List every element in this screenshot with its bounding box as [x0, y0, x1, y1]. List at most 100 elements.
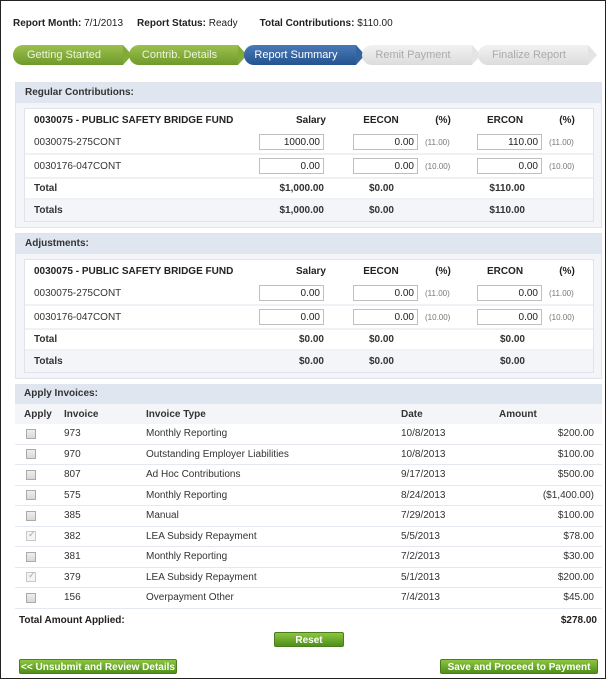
- eecon-input[interactable]: [353, 134, 418, 150]
- apply-checkbox[interactable]: [26, 510, 36, 521]
- invoice-amount: ($1,400.00): [542, 489, 594, 501]
- progress-steps: Getting Started Contrib. Details Report …: [13, 45, 597, 65]
- step-contrib-details[interactable]: Contrib. Details: [129, 45, 247, 65]
- invoice-date: 10/8/2013: [401, 428, 446, 440]
- step-getting-started[interactable]: Getting Started: [13, 45, 132, 65]
- eecon-input[interactable]: [353, 309, 418, 325]
- salary-input[interactable]: [259, 158, 324, 174]
- totals-row: Totals $0.00 $0.00 $0.00: [25, 351, 593, 372]
- invoice-number: 381: [64, 551, 81, 563]
- invoice-amount: $30.00: [563, 551, 594, 563]
- salary-input[interactable]: [259, 134, 324, 150]
- invoice-row: 379 LEA Subsidy Repayment 5/1/2013 $200.00: [15, 567, 602, 588]
- apply-checkbox[interactable]: [26, 570, 36, 583]
- adjustments-panel: Adjustments: 0030075 - PUBLIC SAFETY BRI…: [15, 233, 602, 379]
- ee-pct: (10.00): [425, 312, 451, 322]
- apply-checkbox[interactable]: [26, 551, 36, 562]
- apply-checkbox[interactable]: [26, 428, 36, 439]
- totals-eecon: $0.00: [368, 356, 394, 367]
- col-ercon: ERCON: [486, 114, 524, 126]
- salary-input[interactable]: [259, 285, 324, 301]
- total-row: Total $1,000.00 $0.00 $110.00: [25, 179, 593, 200]
- table-header: 0030075 - PUBLIC SAFETY BRIDGE FUND Sala…: [25, 109, 593, 131]
- invoice-row: 385 Manual 7/29/2013 $100.00: [15, 506, 602, 527]
- ercon-input[interactable]: [477, 134, 542, 150]
- totals-label: Totals: [34, 356, 63, 367]
- er-pct: (10.00): [549, 161, 575, 171]
- col-apply: Apply: [24, 408, 52, 420]
- panel-title: Regular Contributions:: [16, 83, 601, 103]
- total-eecon: $0.00: [368, 183, 394, 194]
- step-remit-payment: Remit Payment: [362, 45, 481, 65]
- invoice-row: 807 Ad Hoc Contributions 9/17/2013 $500.00: [15, 465, 602, 486]
- apply-checkbox[interactable]: [26, 469, 36, 480]
- invoice-row: 156 Overpayment Other 7/4/2013 $45.00: [15, 588, 602, 609]
- unsubmit-button[interactable]: << Unsubmit and Review Details: [19, 659, 177, 674]
- reset-button[interactable]: Reset: [274, 632, 344, 647]
- ercon-input[interactable]: [477, 309, 542, 325]
- invoice-date: 8/24/2013: [401, 489, 446, 501]
- ee-pct: (10.00): [425, 161, 451, 171]
- eecon-input[interactable]: [353, 158, 418, 174]
- total-eecon: $0.00: [368, 334, 394, 345]
- invoice-number: 807: [64, 469, 81, 481]
- eecon-input[interactable]: [353, 285, 418, 301]
- total-row: Total $0.00 $0.00 $0.00: [25, 330, 593, 351]
- apply-checkbox[interactable]: [26, 449, 36, 460]
- invoice-date: 7/2/2013: [401, 551, 440, 563]
- step-report-summary[interactable]: Report Summary: [244, 45, 365, 65]
- er-pct: (10.00): [549, 312, 575, 322]
- plan-code: 0030176-047CONT: [34, 311, 122, 323]
- col-salary: Salary: [295, 265, 326, 277]
- ercon-input[interactable]: [477, 285, 542, 301]
- invoice-type: Overpayment Other: [146, 592, 234, 604]
- invoice-number: 970: [64, 448, 81, 460]
- invoice-row: 382 LEA Subsidy Repayment 5/5/2013 $78.00: [15, 526, 602, 547]
- col-ee-pct: (%): [435, 265, 451, 277]
- invoice-type: Manual: [146, 510, 179, 522]
- total-applied-value: $278.00: [560, 615, 597, 626]
- totals-ercon: $0.00: [499, 356, 525, 367]
- invoice-number: 156: [64, 592, 81, 604]
- er-pct: (11.00): [549, 137, 574, 147]
- apply-checkbox[interactable]: [26, 592, 36, 603]
- invoice-row: 381 Monthly Reporting 7/2/2013 $30.00: [15, 547, 602, 568]
- apply-checkbox[interactable]: [26, 529, 36, 542]
- plan-code: 0030176-047CONT: [34, 160, 122, 172]
- invoice-type: Monthly Reporting: [146, 489, 228, 501]
- total-salary: $0.00: [298, 334, 324, 345]
- total-ercon: $110.00: [489, 183, 525, 194]
- invoice-date: 7/4/2013: [401, 592, 440, 604]
- invoice-date: 7/29/2013: [401, 510, 446, 522]
- invoice-type: Outstanding Employer Liabilities: [146, 448, 289, 460]
- invoice-table-header: Apply Invoice Invoice Type Date Amount: [15, 404, 602, 424]
- invoice-amount: $200.00: [557, 571, 594, 583]
- ee-pct: (11.00): [425, 288, 450, 298]
- invoice-amount: $45.00: [563, 592, 594, 604]
- invoice-number: 385: [64, 510, 81, 522]
- table-header: 0030075 - PUBLIC SAFETY BRIDGE FUND Sala…: [25, 260, 593, 282]
- total-applied-label: Total Amount Applied:: [19, 615, 125, 626]
- salary-input[interactable]: [259, 309, 324, 325]
- invoice-date: 5/5/2013: [401, 530, 440, 542]
- totals-salary: $1,000.00: [279, 205, 325, 216]
- col-er-pct: (%): [559, 265, 575, 277]
- col-invoice: Invoice: [64, 408, 99, 420]
- save-proceed-button[interactable]: Save and Proceed to Payment >>: [440, 659, 598, 688]
- total-label: Total: [34, 183, 58, 194]
- invoice-amount: $200.00: [557, 428, 594, 440]
- fund-name: 0030075 - PUBLIC SAFETY BRIDGE FUND: [34, 114, 234, 126]
- apply-checkbox[interactable]: [26, 490, 36, 501]
- invoice-amount: $100.00: [557, 510, 594, 522]
- invoice-row: 970 Outstanding Employer Liabilities 10/8/…: [15, 444, 602, 465]
- ercon-input[interactable]: [477, 158, 542, 174]
- panel-title: Apply Invoices:: [15, 384, 602, 404]
- invoice-list: 973 Monthly Reporting 10/8/2013 $200.00 970 O…: [15, 424, 602, 609]
- regular-contributions-panel: Regular Contributions: 0030075 - PUBLIC …: [15, 82, 602, 228]
- col-invoice-type: Invoice Type: [146, 408, 206, 420]
- ee-pct: (11.00): [425, 137, 450, 147]
- invoice-number: 382: [64, 530, 81, 542]
- totals-salary: $0.00: [298, 356, 324, 367]
- report-status: Report Status: Ready: [137, 18, 238, 29]
- invoice-type: Monthly Reporting: [146, 428, 228, 440]
